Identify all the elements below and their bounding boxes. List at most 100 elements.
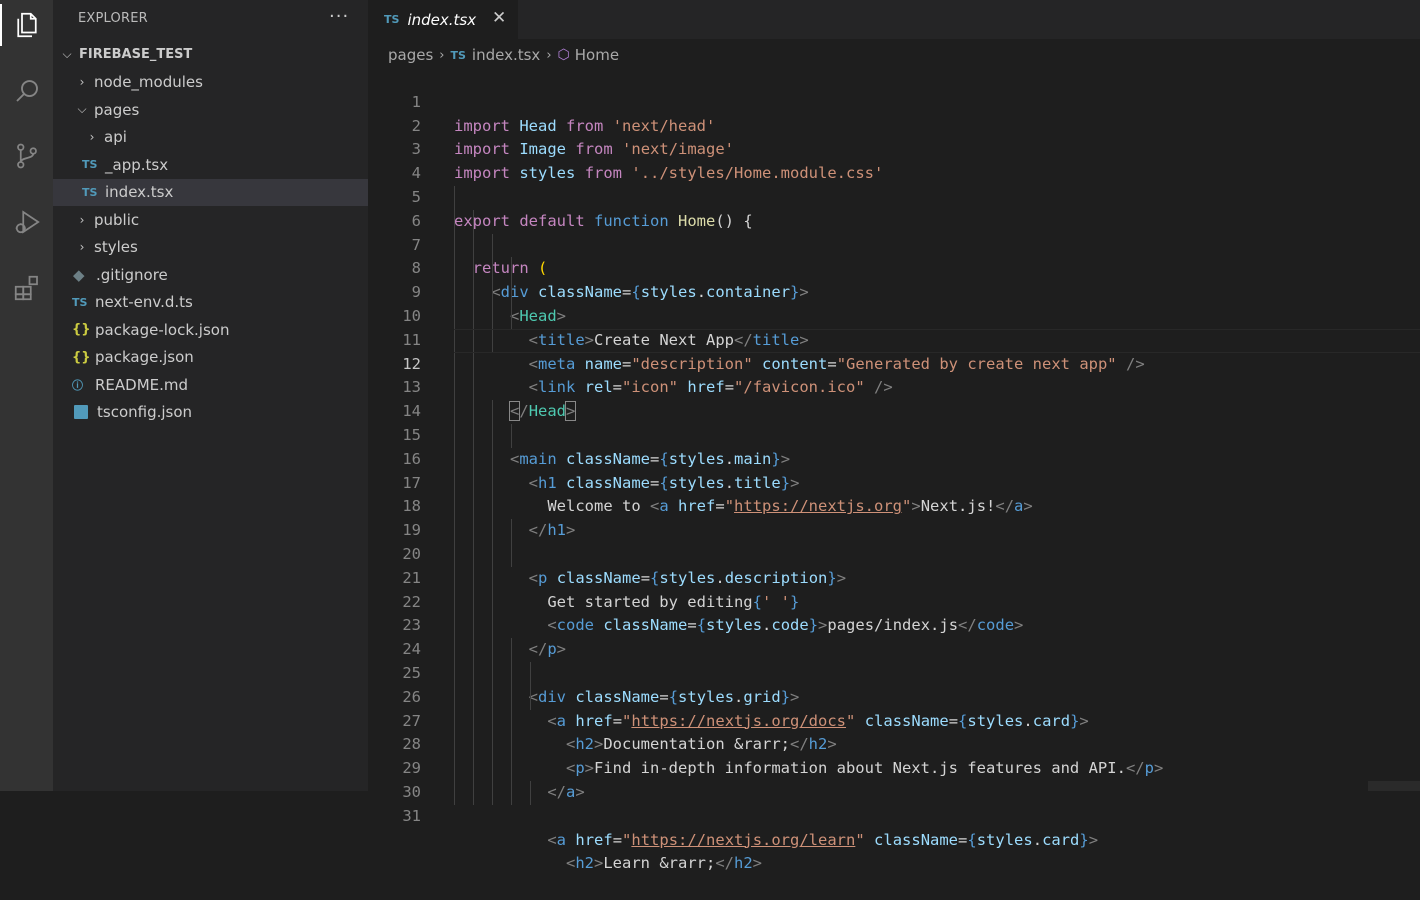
- code-line: 22 </p>: [368, 566, 1420, 658]
- code-line: 25 <a href="https://nextjs.org/docs" cla…: [368, 638, 1420, 730]
- more-actions-icon[interactable]: ···: [329, 6, 349, 27]
- json-file-icon: {}: [72, 349, 91, 365]
- code-line: 31 <h2>Learn &rarr;</h2>: [368, 780, 1420, 872]
- code-line: 29: [368, 733, 1420, 777]
- tree-file-tsconfig[interactable]: tsconfig.json: [53, 399, 368, 427]
- tree-file-index-tsx[interactable]: TS index.tsx: [53, 178, 368, 206]
- tree-item-label: package.json: [95, 348, 194, 367]
- explorer-icon[interactable]: [0, 0, 53, 50]
- code-line: 5 export default function Home() {: [368, 162, 1420, 230]
- chevron-right-icon: ›: [79, 240, 85, 255]
- git-file-icon: ◆: [73, 265, 85, 284]
- tree-item-label: api: [104, 128, 127, 147]
- tree-file-app-tsx[interactable]: TS _app.tsx: [53, 151, 368, 179]
- tree-item-label: tsconfig.json: [97, 403, 193, 422]
- code-line: 11 <link rel="icon" href="/favicon.ico" …: [368, 304, 1420, 396]
- tree-folder-firebase-test[interactable]: ⌵ FIREBASE_TEST: [53, 41, 368, 69]
- tab-label: index.tsx: [407, 10, 477, 29]
- close-icon[interactable]: ✕: [492, 8, 506, 28]
- explorer-title: EXPLORER: [78, 11, 148, 26]
- code-line: 17 </h1>: [368, 447, 1420, 539]
- tree-folder-node-modules[interactable]: › node_modules: [53, 69, 368, 97]
- line-number: 31: [402, 806, 421, 825]
- chevron-right-icon: ›: [89, 130, 95, 145]
- typescript-file-icon: TS: [72, 295, 88, 309]
- tab-bar: TS index.tsx ✕: [368, 0, 1420, 39]
- extensions-icon[interactable]: [0, 263, 53, 313]
- code-line: 10 <meta name="description" content="Gen…: [368, 281, 1420, 373]
- code-line: 19 <p className={styles.description}>: [368, 495, 1420, 587]
- tree-file-package-lock[interactable]: {} package-lock.json: [53, 316, 368, 344]
- symbol-cube-icon: ⬡: [557, 47, 570, 63]
- code-line: 23: [368, 590, 1420, 634]
- tree-item-label: next-env.d.ts: [95, 293, 193, 312]
- tree-item-label: styles: [94, 238, 138, 257]
- code-line: 8 <Head>: [368, 233, 1420, 325]
- tree-folder-styles[interactable]: › styles: [53, 234, 368, 262]
- tab-index-tsx[interactable]: TS index.tsx ✕: [368, 0, 518, 39]
- tsconfig-file-icon: [74, 405, 88, 420]
- code-line: 30 <a href="https://nextjs.org/learn" cl…: [368, 757, 1420, 849]
- run-debug-icon[interactable]: [0, 197, 53, 247]
- tree-file-readme[interactable]: ⓘ README.md: [53, 371, 368, 399]
- typescript-file-icon: TS: [82, 185, 98, 199]
- chevron-right-icon: ›: [79, 75, 85, 90]
- chevron-right-icon: ›: [79, 212, 85, 227]
- code-line: 20 Get started by editing{' '}: [368, 519, 1420, 611]
- typescript-file-icon: TS: [82, 158, 98, 172]
- code-line: 1 import Head from 'next/head': [368, 67, 1420, 135]
- tree-item-label: node_modules: [94, 73, 203, 92]
- code-line: 24 <div className={styles.grid}>: [368, 614, 1420, 706]
- code-line: 15 <h1 className={styles.title}>: [368, 400, 1420, 492]
- tree-item-label: pages: [94, 100, 140, 119]
- tree-item-label: public: [94, 210, 140, 229]
- tree-folder-api[interactable]: › api: [53, 124, 368, 152]
- code-line: 16 Welcome to <a href="https://nextjs.or…: [368, 423, 1420, 515]
- typescript-file-icon: TS: [384, 13, 400, 26]
- source-control-icon[interactable]: [0, 131, 53, 181]
- code-line: 7 <div className={styles.container}>: [368, 209, 1420, 301]
- line-code: <h2>Learn &rarr;</h2>: [565, 854, 763, 873]
- explorer-header: EXPLORER ···: [53, 0, 368, 38]
- code-line: 26 <h2>Documentation &rarr;</h2>: [368, 661, 1420, 753]
- search-icon[interactable]: [0, 66, 53, 116]
- code-line: 13: [368, 352, 1420, 396]
- tree-item-label: index.tsx: [105, 183, 174, 202]
- tree-folder-pages[interactable]: ⌵ pages: [53, 96, 368, 124]
- line-code: <a href="https://nextjs.org/learn" class…: [547, 830, 1099, 849]
- activity-bar: [0, 0, 53, 791]
- breadcrumb-file[interactable]: index.tsx: [472, 46, 540, 64]
- file-tree: ⌵ FIREBASE_TEST › node_modules ⌵ pages ›…: [53, 41, 368, 426]
- breadcrumb-symbol[interactable]: Home: [575, 46, 619, 64]
- code-line: 18: [368, 471, 1420, 515]
- code-editor[interactable]: 1 import Head from 'next/head' 2 import …: [368, 67, 1420, 872]
- tree-file-package-json[interactable]: {} package.json: [53, 344, 368, 372]
- tree-folder-public[interactable]: › public: [53, 206, 368, 234]
- typescript-file-icon: TS: [450, 48, 466, 62]
- code-line: 4: [368, 138, 1420, 182]
- json-file-icon: {}: [72, 322, 91, 338]
- explorer-sidebar: EXPLORER ··· ⌵ FIREBASE_TEST › node_modu…: [53, 0, 368, 791]
- code-line: 14 <main className={styles.main}>: [368, 376, 1420, 468]
- code-line-current: 12 </Head>: [368, 328, 1420, 422]
- tree-item-label: _app.tsx: [105, 155, 169, 174]
- tree-item-label: .gitignore: [96, 265, 168, 284]
- tree-file-gitignore[interactable]: ◆ .gitignore: [53, 261, 368, 289]
- tree-item-label: package-lock.json: [95, 320, 230, 339]
- code-line: 3 import styles from '../styles/Home.mod…: [368, 115, 1420, 182]
- chevron-down-icon: ⌵: [62, 47, 72, 62]
- editor-area: TS index.tsx ✕ pages › TS index.tsx › ⬡ …: [368, 0, 1420, 872]
- minimap-edge: [1368, 781, 1420, 791]
- chevron-right-icon: ›: [439, 47, 445, 63]
- tree-file-next-env[interactable]: TS next-env.d.ts: [53, 289, 368, 317]
- code-line: 28 </a>: [368, 709, 1420, 801]
- code-line: 2 import Image from 'next/image': [368, 91, 1420, 159]
- chevron-down-icon: ⌵: [77, 102, 87, 117]
- chevron-right-icon: ›: [546, 47, 552, 63]
- tree-item-label: FIREBASE_TEST: [79, 47, 193, 63]
- code-line: 27 <p>Find in-depth information about Ne…: [368, 685, 1420, 777]
- code-line: 9 <title>Create Next App</title>: [368, 257, 1420, 349]
- breadcrumb-folder[interactable]: pages: [388, 46, 433, 64]
- code-line: 21 <code className={styles.code}>pages/i…: [368, 542, 1420, 634]
- breadcrumb: pages › TS index.tsx › ⬡ Home: [388, 44, 619, 66]
